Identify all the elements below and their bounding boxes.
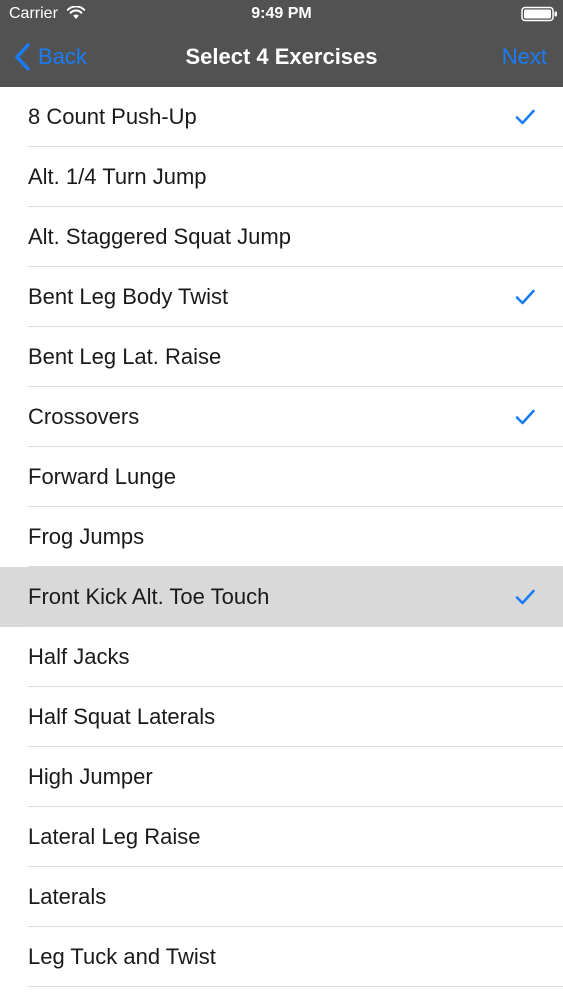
- exercise-label: Frog Jumps: [28, 524, 145, 549]
- exercise-label: 8 Count Push-Up: [28, 104, 197, 129]
- checkmark-icon: [515, 289, 535, 305]
- exercise-row[interactable]: High Jumper: [0, 747, 563, 807]
- exercise-row[interactable]: Leg Tuck and Twist: [0, 927, 563, 987]
- exercise-label: Crossovers: [28, 404, 140, 429]
- exercise-label: Lateral Leg Raise: [28, 824, 201, 849]
- exercise-label: Forward Lunge: [28, 464, 176, 489]
- exercise-row[interactable]: Forward Lunge: [0, 447, 563, 507]
- exercise-label: High Jumper: [28, 764, 153, 789]
- exercise-label: Leg Tuck and Twist: [28, 944, 216, 969]
- exercise-label: Bent Leg Body Twist: [28, 284, 229, 309]
- next-button[interactable]: Next: [502, 43, 547, 71]
- status-bar: Carrier 9:49 PM: [0, 0, 563, 28]
- checkmark-icon: [515, 109, 535, 125]
- row-separator: [28, 986, 563, 987]
- exercise-row[interactable]: Front Kick Alt. Toe Touch: [0, 567, 563, 627]
- exercise-label: Half Squat Laterals: [28, 704, 216, 729]
- exercise-label: Bent Leg Lat. Raise: [28, 344, 222, 369]
- exercise-row[interactable]: Half Squat Laterals: [0, 687, 563, 747]
- exercise-row[interactable]: Lateral Leg Raise: [0, 807, 563, 867]
- exercise-row[interactable]: Half Jacks: [0, 627, 563, 687]
- exercise-row[interactable]: Alt. 1/4 Turn Jump: [0, 147, 563, 207]
- exercise-label: Alt. 1/4 Turn Jump: [28, 164, 207, 189]
- exercise-row[interactable]: Crossovers: [0, 387, 563, 447]
- exercise-list: 8 Count Push-Up Alt. 1/4 Turn Jump Alt. St…: [0, 87, 563, 987]
- exercise-row[interactable]: Bent Leg Lat. Raise: [0, 327, 563, 387]
- battery-icon: [521, 6, 557, 22]
- status-time: 9:49 PM: [251, 5, 312, 22]
- exercise-row[interactable]: Bent Leg Body Twist: [0, 267, 563, 327]
- exercise-row[interactable]: Frog Jumps: [0, 507, 563, 567]
- checkmark-icon: [515, 409, 535, 425]
- exercise-row[interactable]: Laterals: [0, 867, 563, 927]
- exercise-row[interactable]: 8 Count Push-Up: [0, 87, 563, 147]
- exercise-label: Front Kick Alt. Toe Touch: [28, 584, 270, 609]
- exercise-label: Alt. Staggered Squat Jump: [28, 224, 291, 249]
- page-title: Select 4 Exercises: [185, 44, 378, 69]
- exercise-label: Half Jacks: [28, 644, 130, 669]
- checkmark-icon: [515, 589, 535, 605]
- exercise-row[interactable]: Alt. Staggered Squat Jump: [0, 207, 563, 267]
- exercise-label: Laterals: [28, 884, 107, 909]
- top-bar: Carrier 9:49 PM Back Select 4 Exercises …: [0, 0, 563, 87]
- navigation-bar: Back Select 4 Exercises Next: [0, 28, 563, 87]
